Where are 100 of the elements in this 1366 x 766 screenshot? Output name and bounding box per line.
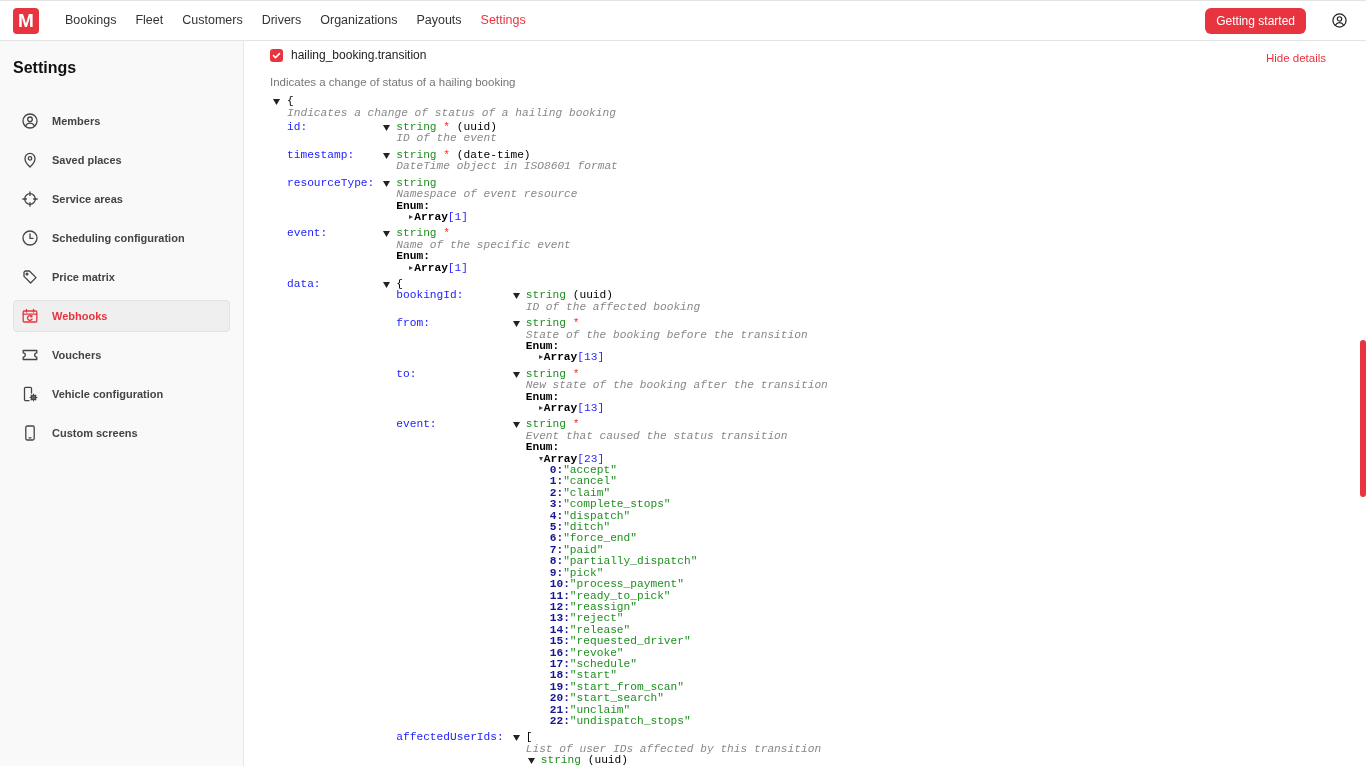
sidebar-item[interactable]: Saved places [13,144,230,176]
caret-down-icon[interactable] [538,456,543,461]
type-label: string [396,227,437,240]
nav-link[interactable]: Settings [480,11,526,30]
enum-index: 10: [549,578,570,591]
property-description: Name of the specific event [396,239,571,252]
enum-label: Enum: [525,391,560,403]
array-label: Array [414,210,448,223]
enum-index: 14: [549,623,570,636]
caret-down-icon[interactable] [273,99,280,106]
property-description: DateTime object in ISO8601 format [396,161,618,173]
enum-value: "undispatch_stops" [569,714,691,727]
sidebar-item[interactable]: Members [13,105,230,137]
enum-value: "cancel" [563,475,617,488]
enum-value: "process_payment" [569,578,684,591]
format-label: (uuid) [572,289,613,302]
caret-down-icon[interactable] [512,371,520,378]
property-description: Event that caused the status transition [525,430,788,443]
type-label: string [525,317,566,330]
enum-value: "unclaim" [569,703,631,716]
enum-value: "complete_stops" [563,498,671,511]
array-label: Array [543,351,578,364]
caret-down-icon[interactable] [512,293,520,300]
hide-details-link[interactable]: Hide details [1265,50,1326,68]
enum-value: "pick" [563,566,604,579]
caret-down-icon[interactable] [512,321,520,328]
required-marker: * [443,227,450,240]
enum-value: "dispatch" [563,509,631,522]
caret-right-icon[interactable] [409,214,414,219]
enum-index: 19: [549,680,570,693]
ticket-icon [22,347,38,363]
enum-index: 1: [549,475,564,488]
enum-value: "ditch" [563,521,611,534]
property-key: bookingId: [396,289,464,302]
logo[interactable]: M [13,7,39,34]
property-key: id: [287,121,308,134]
caret-down-icon[interactable] [383,152,391,159]
caret-down-icon[interactable] [527,758,535,765]
enum-value: "partially_dispatch" [563,555,698,568]
sidebar-item[interactable]: Custom screens [13,417,230,449]
nav-link[interactable]: Bookings [65,11,117,30]
phone-icon [22,425,38,441]
caret-right-icon[interactable] [409,265,414,270]
property-key: resourceType: [287,176,375,189]
enum-index: 22: [549,714,570,727]
enum-index: 7: [549,543,564,556]
sidebar-item[interactable]: Vehicle configuration [13,378,230,410]
nav-link[interactable]: Fleet [135,11,164,30]
sidebar-item[interactable]: Service areas [13,183,230,215]
crosshair-icon [22,191,38,207]
array-count: [1] [447,261,468,274]
sidebar-item[interactable]: Price matrix [13,261,230,293]
caret-down-icon[interactable] [383,125,391,132]
required-marker: * [572,418,580,431]
enum-label: Enum: [525,442,560,454]
array-bracket: [ [525,731,533,744]
user-icon[interactable] [1332,13,1347,28]
person-circle-icon [22,113,38,129]
nav-link[interactable]: Customers [182,11,243,30]
sidebar-item[interactable]: Scheduling configuration [13,222,230,254]
map-pin-icon [22,152,38,168]
enum-index: 3: [549,498,564,511]
enum-index: 18: [549,669,570,682]
device-gear-icon [22,386,38,402]
checkbox[interactable] [270,48,283,62]
format-label: (uuid) [456,121,498,134]
nav-link[interactable]: Organizations [320,11,398,30]
array-count: [13] [577,402,605,414]
type-label: string [525,289,566,302]
array-label: Array [543,452,578,465]
caret-right-icon[interactable] [538,355,543,360]
sidebar-item[interactable]: Vouchers [13,339,230,371]
nav-link[interactable]: Drivers [261,11,302,30]
property-description: New state of the booking after the transition [525,380,828,392]
enum-index: 20: [549,692,570,705]
scrollbar-thumb[interactable] [1360,340,1366,497]
caret-down-icon[interactable] [512,422,520,429]
property-description: ID of the affected booking [525,301,701,314]
nav-link[interactable]: Payouts [416,11,462,30]
getting-started-button[interactable]: Getting started [1205,7,1306,34]
clock-icon [22,230,38,246]
enum-index: 16: [549,646,570,659]
caret-right-icon[interactable] [538,406,543,411]
enum-value: "requested_driver" [569,635,691,648]
enum-value: "ready_to_pick" [569,589,671,602]
caret-down-icon[interactable] [383,231,391,238]
array-count: [13] [577,351,605,364]
enum-value: "reassign" [569,600,637,613]
enum-label: Enum: [396,200,430,212]
caret-down-icon[interactable] [383,180,391,187]
sidebar-item[interactable]: Webhooks [13,300,230,332]
property-description: Namespace of event resource [396,189,578,201]
enum-index: 11: [549,589,570,602]
type-label: string [396,176,437,189]
caret-down-icon[interactable] [383,281,391,288]
format-label: (uuid) [587,754,628,766]
property-key: data: [287,277,321,290]
caret-down-icon[interactable] [512,735,520,742]
property-description: List of user IDs affected by this transition [525,743,822,755]
type-label: string [525,418,566,431]
